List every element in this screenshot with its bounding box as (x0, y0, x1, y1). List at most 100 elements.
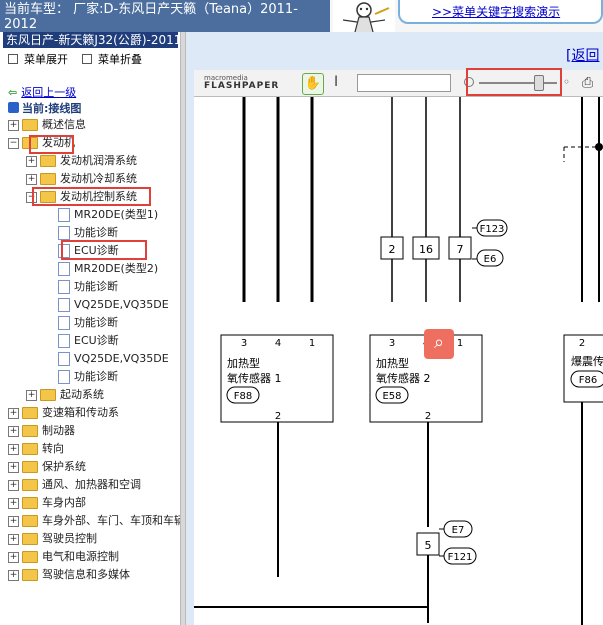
tree-folder[interactable]: + 保护系统 (8, 459, 86, 475)
tree-label: 发动机润滑系统 (60, 154, 137, 167)
collapse-toggle-icon[interactable]: − (8, 137, 19, 149)
expand-toggle-icon[interactable]: + (8, 479, 19, 491)
tree-label: 保护系统 (42, 460, 86, 473)
expand-toggle-icon[interactable]: + (26, 155, 37, 167)
wiring-diagram[interactable]: 2 16 7 F123 E6 3 4 1 加热型 氧传感器 1 F88 2 3 … (194, 97, 603, 625)
tree-item[interactable]: ECU诊断 (58, 333, 119, 349)
current-model: 当前车型： 厂家:D-东风日产天籁（Teana）2011- 2012 (0, 0, 330, 32)
text-select-icon[interactable]: I (334, 74, 338, 90)
top-header: 当前车型： 厂家:D-东风日产天籁（Teana）2011- 2012 >>菜单关… (0, 0, 603, 33)
zoom-in-icon[interactable]: ◦ (563, 75, 570, 89)
print-icon[interactable]: ⎙ (582, 75, 593, 91)
menu-collapse-label: 菜单折叠 (98, 53, 142, 66)
tree-folder[interactable]: + 发动机润滑系统 (26, 153, 137, 169)
knock-sensor-name: 爆震传 (571, 354, 603, 368)
tree-folder[interactable]: + 驾驶信息和多媒体 (8, 567, 130, 583)
tree-item[interactable]: VQ25DE,VQ35DE (58, 351, 169, 367)
expand-toggle-icon[interactable]: + (8, 443, 19, 455)
tree-folder[interactable]: + 概述信息 (8, 117, 86, 133)
label-e7: E7 (452, 525, 465, 536)
tree-item[interactable]: VQ25DE,VQ35DE (58, 297, 169, 313)
tree-label: 车身内部 (42, 496, 86, 509)
sensor-2-pin-c: 1 (457, 338, 463, 349)
expand-toggle-icon[interactable]: + (8, 551, 19, 563)
label-e6: E6 (484, 254, 497, 265)
folder-icon (22, 551, 38, 563)
sensor-2-name-2: 氧传感器 2 (376, 371, 431, 385)
expand-toggle-icon[interactable]: + (8, 515, 19, 527)
folder-icon (22, 425, 38, 437)
tree-label: 起动系统 (60, 388, 104, 401)
model-line-2: 2012 (4, 17, 38, 32)
menu-expand-button[interactable]: 菜单展开 (8, 51, 68, 67)
tree-label: 概述信息 (42, 118, 86, 131)
search-demo-link[interactable]: >>菜单关键字搜索演示 (432, 3, 560, 20)
tree-folder[interactable]: + 转向 (8, 441, 64, 457)
tree-folder[interactable]: + 车身内部 (8, 495, 86, 511)
expand-toggle-icon[interactable]: + (8, 533, 19, 545)
menu-collapse-button[interactable]: 菜单折叠 (82, 51, 142, 67)
tree-label: 驾驶员控制 (42, 532, 97, 545)
back-up-label: 返回上一级 (21, 86, 77, 99)
tree-label: 通风、加热器和空调 (42, 478, 141, 491)
tree-folder[interactable]: + 发动机冷却系统 (26, 171, 137, 187)
document-icon (58, 262, 70, 276)
collapse-icon (82, 54, 92, 64)
folder-icon (22, 497, 38, 509)
connector-5-label: 5 (425, 539, 432, 552)
tree-label: 功能诊断 (74, 226, 118, 239)
expand-toggle-icon[interactable]: + (26, 173, 37, 185)
tree-label: VQ25DE,VQ35DE (74, 352, 169, 365)
document-icon (58, 280, 70, 294)
tree-folder[interactable]: + 电气和电源控制 (8, 549, 119, 565)
connector-7-label: 7 (457, 243, 464, 256)
back-link[interactable]: [返回 (566, 45, 599, 65)
page-input[interactable] (357, 74, 451, 92)
folder-icon (22, 533, 38, 545)
sensor-1-code: F88 (234, 391, 252, 402)
tree-label: 功能诊断 (74, 280, 118, 293)
hand-tool-icon[interactable]: ✋ (302, 73, 324, 95)
sensor-1-name-1: 加热型 (227, 356, 260, 370)
expand-toggle-icon[interactable]: + (26, 389, 37, 401)
tree-folder[interactable]: + 起动系统 (26, 387, 104, 403)
highlight-engine-control (32, 187, 151, 206)
current-location: 当前:接线图 (8, 100, 81, 116)
expand-toggle-icon[interactable]: + (8, 497, 19, 509)
folder-icon (40, 155, 56, 167)
sensor-2-code: E58 (382, 391, 401, 402)
wiring-diagram-svg: 2 16 7 F123 E6 3 4 1 加热型 氧传感器 1 F88 2 3 … (194, 97, 603, 625)
folder-icon (22, 119, 38, 131)
expand-toggle-icon[interactable]: + (8, 461, 19, 473)
tree-folder[interactable]: + 通风、加热器和空调 (8, 477, 141, 493)
tree-item[interactable]: 功能诊断 (58, 369, 118, 385)
tree-folder[interactable]: + 制动器 (8, 423, 75, 439)
mascot-image (333, 0, 395, 33)
expand-toggle-icon[interactable]: + (8, 425, 19, 437)
back-up-link[interactable]: ⇦ 返回上一级 (8, 84, 76, 100)
tree-item[interactable]: MR20DE(类型1) (58, 207, 158, 223)
expand-toggle-icon[interactable]: + (8, 119, 19, 131)
expand-toggle-icon[interactable]: + (8, 407, 19, 419)
expand-toggle-icon[interactable]: + (8, 569, 19, 581)
knock-sensor-pin: 2 (579, 338, 585, 349)
tree-item[interactable]: 功能诊断 (58, 225, 118, 241)
sensor-2-bottom-pin: 2 (425, 411, 431, 422)
tree-item[interactable]: MR20DE(类型2) (58, 261, 158, 277)
document-icon (58, 352, 70, 366)
tree-folder[interactable]: + 变速箱和传动系 (8, 405, 119, 421)
tree-label: 驾驶信息和多媒体 (42, 568, 130, 581)
folder-icon (22, 515, 38, 527)
tree-item[interactable]: 功能诊断 (58, 279, 118, 295)
label-f123: F123 (480, 224, 505, 235)
tree-folder[interactable]: + 车身外部、车门、车顶和车辆 (8, 513, 180, 529)
tree-label: 电气和电源控制 (42, 550, 119, 563)
sensor-2-name-1: 加热型 (376, 356, 409, 370)
tree-item[interactable]: 功能诊断 (58, 315, 118, 331)
document-icon (58, 316, 70, 330)
folder-icon (22, 407, 38, 419)
folder-icon (22, 479, 38, 491)
tree-folder[interactable]: + 驾驶员控制 (8, 531, 97, 547)
current-label: 当前:接线图 (22, 102, 82, 115)
magnifier-icon[interactable]: ⌕ (424, 329, 454, 359)
